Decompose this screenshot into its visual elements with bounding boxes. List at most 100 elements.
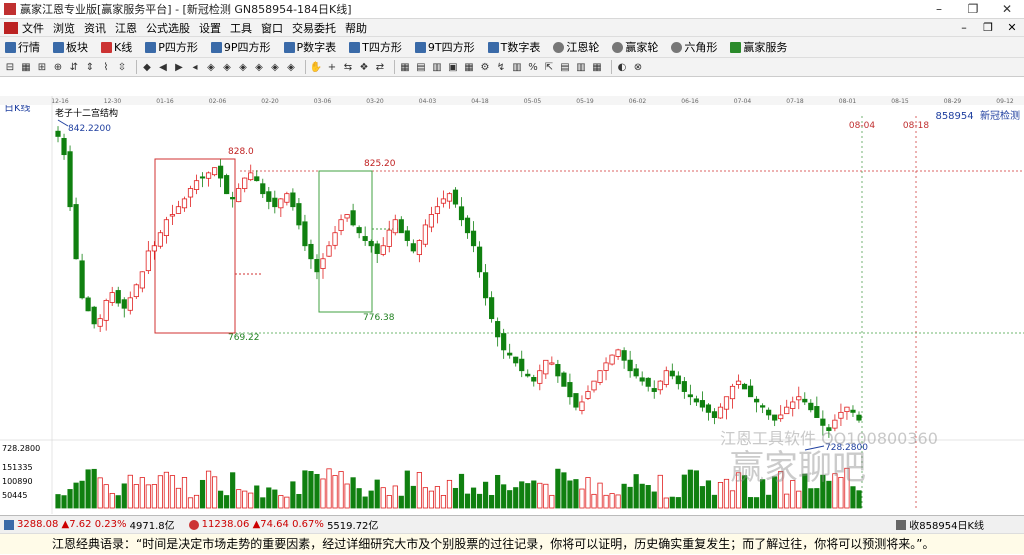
doc-close-button[interactable]: ✕ (1000, 19, 1024, 36)
grid-icon[interactable]: ▦ (463, 61, 475, 73)
volume-bar (531, 480, 537, 509)
bars-icon[interactable]: ▤ (559, 61, 571, 73)
toolbar-9t-square[interactable]: 9T四方形 (410, 39, 475, 55)
toolbar-t-table[interactable]: T数字表 (483, 39, 540, 55)
plus-icon[interactable]: + (326, 61, 338, 73)
pattern-icon[interactable]: ◈ (221, 61, 233, 73)
minimize-button[interactable]: – (922, 0, 956, 18)
sh-index[interactable]: 3288.08 ▲7.62 0.23% 4971.8亿 (0, 517, 175, 532)
candle-body (121, 299, 127, 309)
toolbar-kline[interactable]: K线 (96, 39, 132, 55)
grid-icon[interactable]: ▦ (591, 61, 603, 73)
candle-body (519, 358, 525, 372)
volume-bar (489, 494, 495, 509)
toolbar-service[interactable]: 赢家服务 (725, 39, 787, 55)
candle-body (772, 414, 778, 421)
candle-body (838, 411, 844, 419)
menu-help[interactable]: 帮助 (345, 20, 367, 36)
sz-index[interactable]: 11238.06 ▲74.64 0.67% 5519.72亿 (185, 517, 378, 532)
box-icon[interactable]: ▣ (447, 61, 459, 73)
menu-info[interactable]: 资讯 (84, 20, 106, 36)
menu-gann[interactable]: 江恩 (115, 20, 137, 36)
candle-body (687, 394, 693, 398)
line-icon[interactable]: ⌇ (100, 61, 112, 73)
corner-icon[interactable]: ⇱ (543, 61, 555, 73)
toolbar-9p-square[interactable]: 9P四方形 (206, 39, 271, 55)
left-icon[interactable]: ◀ (157, 61, 169, 73)
layout-icon[interactable]: ⊟ (4, 61, 16, 73)
candle-body (639, 377, 645, 382)
menu-window[interactable]: 窗口 (261, 20, 283, 36)
kline-chart[interactable]: 12-16 12-30 01-16 02-06 02-20 03-06 03-20 04-03… (0, 96, 1024, 514)
toolbar-hexagon[interactable]: 六角形 (666, 39, 717, 55)
menu-file[interactable]: 文件 (22, 20, 44, 36)
candle-body (796, 396, 802, 401)
toolbar-p-square[interactable]: P四方形 (140, 39, 198, 55)
toolbar-sector[interactable]: 板块 (48, 39, 88, 55)
pattern-icon[interactable]: ◈ (269, 61, 281, 73)
menu-browse[interactable]: 浏览 (53, 20, 75, 36)
bars-icon[interactable]: ▥ (511, 61, 523, 73)
diamond-icon[interactable]: ◆ (141, 61, 153, 73)
toolbar-p-table[interactable]: P数字表 (279, 39, 336, 55)
toolbar-gann-wheel[interactable]: 江恩轮 (548, 39, 599, 55)
toolbar-winner-wheel[interactable]: 赢家轮 (607, 39, 658, 55)
volume-bar (633, 474, 639, 509)
bars-icon[interactable]: ▤ (415, 61, 427, 73)
zoom-icon[interactable]: ⇕ (84, 61, 96, 73)
doc-minimize-button[interactable]: – (952, 19, 976, 36)
volume-bar (639, 483, 645, 509)
toolbar-quote[interactable]: 行情 (0, 39, 40, 55)
gear-icon[interactable]: ⚙ (479, 61, 491, 73)
maximize-button[interactable]: ❐ (956, 0, 990, 18)
pattern-icon[interactable]: ◈ (237, 61, 249, 73)
candle-body (332, 232, 338, 246)
toolbar-t-square[interactable]: T四方形 (344, 39, 402, 55)
square-icon (210, 41, 222, 53)
window-icon[interactable]: ▦ (20, 61, 32, 73)
doc-restore-button[interactable]: ❐ (976, 19, 1000, 36)
pattern-icon[interactable]: ◈ (205, 61, 217, 73)
bolt-icon[interactable]: ↯ (495, 61, 507, 73)
candle-body (308, 243, 314, 260)
cancel-icon[interactable]: ⊗ (632, 61, 644, 73)
volume-bar (344, 483, 350, 509)
bars-icon[interactable]: ▥ (431, 61, 443, 73)
volume-tick: 151335 (2, 463, 33, 472)
candle-body (109, 292, 115, 303)
crosshair-icon[interactable]: ⊕ (52, 61, 64, 73)
volume-bar (368, 490, 374, 509)
menu-formula[interactable]: 公式选股 (146, 20, 190, 36)
candle-body (145, 250, 151, 272)
grid-icon[interactable]: ⊞ (36, 61, 48, 73)
volume-bar (386, 495, 392, 509)
candle-body (802, 398, 808, 403)
swap-icon[interactable]: ⇆ (342, 61, 354, 73)
hand-icon[interactable]: ✋ (310, 61, 322, 73)
tool-icon[interactable]: ❖ (358, 61, 370, 73)
bars-icon[interactable]: ▥ (575, 61, 587, 73)
status-bar: 3288.08 ▲7.62 0.23% 4971.8亿 11238.06 ▲74… (0, 515, 1024, 533)
right-icon[interactable]: ▶ (173, 61, 185, 73)
percent-icon[interactable]: % (527, 61, 539, 73)
volume-bar (784, 493, 790, 509)
menu-settings[interactable]: 设置 (199, 20, 221, 36)
updown-icon[interactable]: ⇵ (68, 61, 80, 73)
pattern-icon[interactable]: ◈ (253, 61, 265, 73)
half-circle-icon[interactable]: ◐ (616, 61, 628, 73)
grid-icon[interactable]: ▦ (399, 61, 411, 73)
grid-icon (53, 41, 64, 53)
close-button[interactable]: ✕ (990, 0, 1024, 18)
candle-body (380, 245, 386, 255)
candle-body (181, 198, 188, 209)
candle-body (476, 246, 483, 273)
exchange-icon[interactable]: ⇄ (374, 61, 386, 73)
pattern-icon[interactable]: ◈ (285, 61, 297, 73)
menu-trade[interactable]: 交易委托 (292, 20, 336, 36)
candle-body (139, 271, 145, 289)
volume-bar (513, 487, 519, 509)
back-icon[interactable]: ◂ (189, 61, 201, 73)
menu-tools[interactable]: 工具 (230, 20, 252, 36)
arrow-icon[interactable]: ⇳ (116, 61, 128, 73)
volume-bar (175, 487, 182, 509)
